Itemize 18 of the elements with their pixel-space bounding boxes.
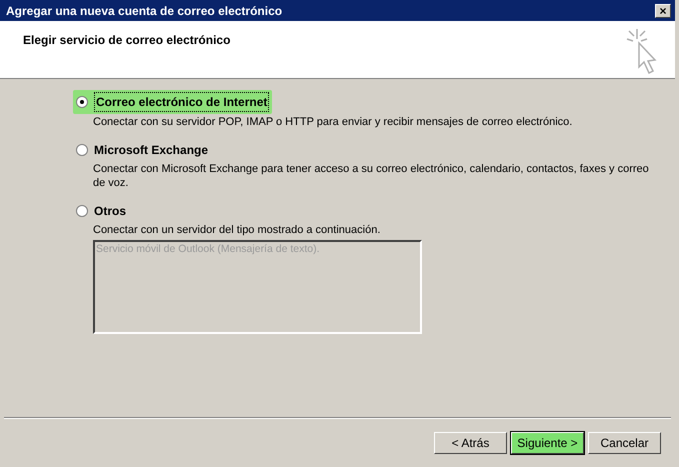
option-label: Correo electrónico de Internet [94, 92, 270, 112]
option-description: Conectar con su servidor POP, IMAP o HTTP para enviar y recibir mensajes de correo electrónico. [92, 115, 574, 129]
option-description: Conectar con Microsoft Exchange para tener acceso a su correo electrónico, calendario, contactos, faxes y correo de voz. [92, 162, 650, 190]
option-description: Conectar con un servidor del tipo mostrado a continuación. [92, 223, 382, 237]
radio-option[interactable]: Correo electrónico de Internet [73, 90, 272, 114]
dialog-button[interactable]: < Atrás [434, 432, 507, 454]
radio-button[interactable] [76, 144, 88, 156]
radio-button[interactable] [76, 96, 88, 108]
dialog-button[interactable]: Siguiente > [511, 432, 584, 454]
radio-button[interactable] [76, 205, 88, 217]
dialog-button[interactable]: Cancelar [588, 432, 661, 454]
close-button[interactable]: × [655, 4, 671, 18]
window-title: Agregar una nueva cuenta de correo electrónico [6, 2, 282, 20]
radio-option[interactable]: Otros [73, 200, 130, 222]
option-label: Otros [94, 203, 126, 220]
radio-option[interactable]: Microsoft Exchange [73, 139, 212, 161]
header-title: Elegir servicio de correo electrónico [23, 32, 230, 49]
option-label: Microsoft Exchange [94, 142, 208, 159]
